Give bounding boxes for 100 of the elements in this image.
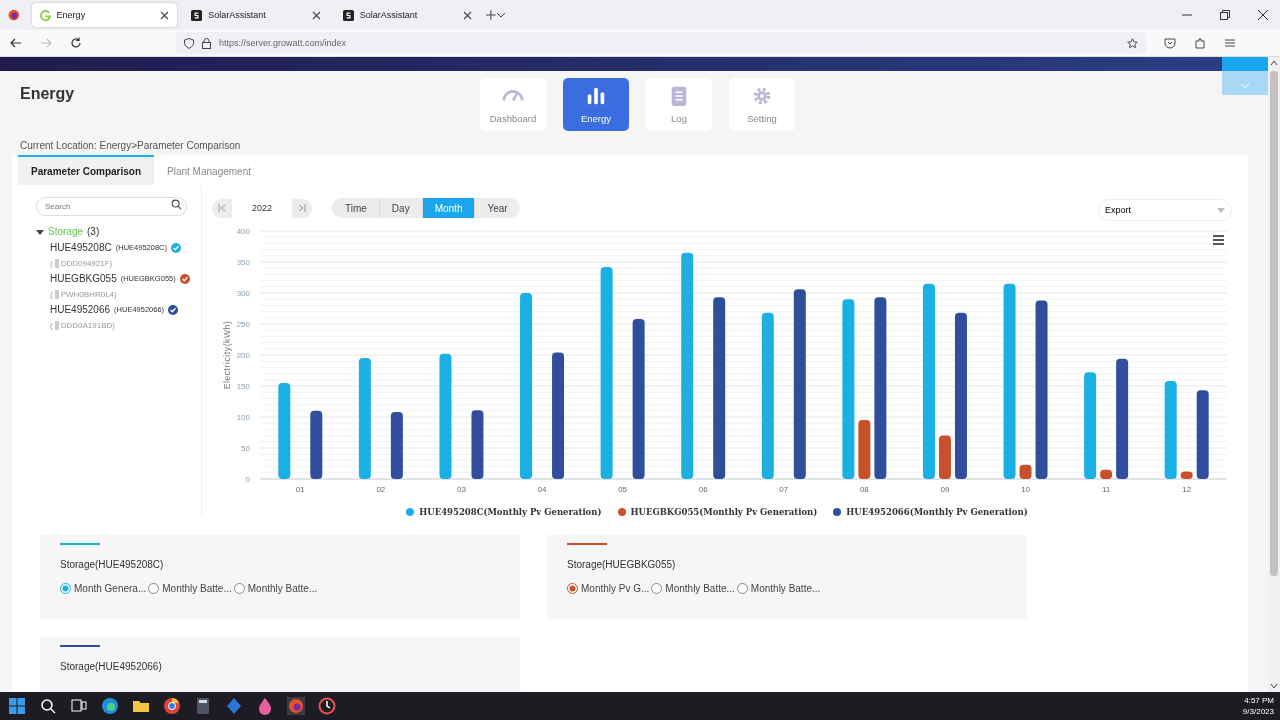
card-title: Storage(HUE4952066) xyxy=(60,661,163,672)
menu-icon[interactable] xyxy=(1213,235,1224,245)
y-tick-label: 250 xyxy=(236,320,250,329)
nav-tile[interactable]: Log xyxy=(646,78,712,131)
sub-tab[interactable]: Parameter Comparison xyxy=(18,155,155,185)
radio-option[interactable]: Monthly Batte... xyxy=(233,583,318,594)
favicon-icon xyxy=(39,9,51,21)
breadcrumb: Current Location: Energy>Parameter Comparison xyxy=(19,139,242,153)
chart-bar xyxy=(858,420,871,479)
year-value: 2022 xyxy=(232,198,292,218)
scroll-down-icon[interactable] xyxy=(1270,683,1278,689)
period-tab[interactable]: Year xyxy=(474,198,520,218)
caret-icon[interactable] xyxy=(36,227,44,236)
x-tick-label: 04 xyxy=(537,485,547,494)
chart-bar xyxy=(1100,469,1113,479)
device-icon xyxy=(54,259,59,268)
device-icon xyxy=(54,290,59,299)
device-serial: PWH0BHR0L4) xyxy=(60,290,117,299)
check-icon[interactable] xyxy=(168,304,179,315)
x-tick-label: 02 xyxy=(376,485,386,494)
search-field[interactable]: Search xyxy=(36,197,187,216)
browser-tab[interactable]: Energy xyxy=(31,3,178,27)
y-axis-title: Electricity(kWh) xyxy=(222,320,232,390)
period-tab[interactable]: Time xyxy=(332,198,379,218)
clock-time[interactable]: 4:57 PM xyxy=(1242,695,1274,706)
chevron-down-icon[interactable] xyxy=(496,12,506,18)
close-icon[interactable] xyxy=(1258,10,1268,20)
app-icon[interactable] xyxy=(256,697,274,715)
chart-bar xyxy=(1019,464,1032,479)
chart-bar xyxy=(938,435,951,479)
nav-tile[interactable]: Energy xyxy=(563,78,629,131)
legend-label[interactable]: HUEGBKG055(Monthly Pv Generation) xyxy=(630,507,818,517)
x-tick-label: 08 xyxy=(859,485,869,494)
close-icon[interactable] xyxy=(160,10,170,20)
radio-option[interactable]: Month Genera... xyxy=(60,583,147,594)
new-tab-icon[interactable] xyxy=(486,10,496,20)
reload-icon[interactable] xyxy=(70,37,82,49)
chart-bar xyxy=(1180,471,1193,479)
radio-option[interactable]: Monthly Batte... xyxy=(148,583,232,594)
puzzle-icon[interactable] xyxy=(1194,37,1206,49)
period-tab[interactable]: Day xyxy=(378,198,422,218)
start-icon[interactable] xyxy=(8,697,26,715)
chart-bar xyxy=(390,412,403,479)
export-dropdown[interactable]: Export xyxy=(1098,199,1232,221)
close-icon[interactable] xyxy=(311,10,321,20)
task-view-icon[interactable] xyxy=(70,697,88,715)
legend-label[interactable]: HUE495208C(Monthly Pv Generation) xyxy=(419,507,602,517)
restore-icon[interactable] xyxy=(1220,10,1230,20)
page-title: Energy xyxy=(20,85,75,104)
y-tick-label: 350 xyxy=(236,258,250,267)
paren-text: ( xyxy=(50,321,53,330)
y-tick-label: 0 xyxy=(245,475,250,484)
card-title: Storage(HUE495208C) xyxy=(60,559,165,570)
star-icon[interactable] xyxy=(1127,37,1138,49)
search-icon[interactable] xyxy=(171,199,182,210)
y-tick-label: 150 xyxy=(236,382,250,391)
back-icon[interactable] xyxy=(10,37,22,49)
device-icon xyxy=(54,321,59,330)
app-icon[interactable] xyxy=(318,697,336,715)
check-icon[interactable] xyxy=(179,273,190,284)
browser-icon[interactable] xyxy=(163,697,181,715)
pocket-icon[interactable] xyxy=(1164,37,1176,49)
x-tick-label: 05 xyxy=(618,485,628,494)
favicon-icon xyxy=(342,9,354,21)
caret-icon xyxy=(1217,207,1225,213)
x-tick-label: 03 xyxy=(457,485,466,494)
scroll-thumb[interactable] xyxy=(1270,71,1278,576)
shield-icon[interactable] xyxy=(184,37,194,49)
browser-logo-icon[interactable] xyxy=(8,9,20,21)
check-icon[interactable] xyxy=(171,242,181,253)
address-bar[interactable]: https://server.growatt.com/index xyxy=(176,32,1146,54)
nav-tile[interactable]: Dashboard xyxy=(480,78,546,131)
device-serial: DDD094921F) xyxy=(60,259,113,268)
browser-tab[interactable]: SolarAssistant xyxy=(183,3,329,27)
radio-option[interactable]: Monthly Batte... xyxy=(736,583,821,594)
x-tick-label: 12 xyxy=(1182,485,1192,494)
device-name[interactable]: HUE495208C xyxy=(50,242,112,253)
browser-icon[interactable] xyxy=(101,697,119,715)
scroll-up-icon[interactable] xyxy=(1270,60,1278,66)
skip-forward-icon xyxy=(298,204,306,212)
device-name[interactable]: HUE4952066 xyxy=(50,304,111,315)
radio-option[interactable]: Monthly Pv G... xyxy=(567,583,650,594)
radio-option[interactable]: Monthly Batte... xyxy=(651,583,735,594)
paren-text: ( xyxy=(50,259,53,268)
paren-text: ( xyxy=(50,290,53,299)
calculator-icon[interactable] xyxy=(194,697,212,715)
tree-count: (3) xyxy=(87,226,100,237)
nav-tile[interactable]: Setting xyxy=(729,78,795,131)
search-icon[interactable] xyxy=(39,697,57,715)
x-tick-label: 07 xyxy=(779,485,789,494)
close-icon[interactable] xyxy=(463,10,473,20)
browser-tab[interactable]: SolarAssistant xyxy=(334,3,481,27)
lock-icon xyxy=(202,37,211,49)
device-name[interactable]: HUEGBKG055 xyxy=(50,273,117,284)
y-tick-label: 200 xyxy=(236,351,250,360)
x-tick-label: 01 xyxy=(295,485,305,494)
sub-tab[interactable]: Plant Management xyxy=(154,155,264,185)
clock-date[interactable]: 9/3/2023 xyxy=(1242,706,1274,717)
scrollbar[interactable] xyxy=(1268,57,1280,692)
legend-label[interactable]: HUE4952066(Monthly Pv Generation) xyxy=(846,507,1028,517)
